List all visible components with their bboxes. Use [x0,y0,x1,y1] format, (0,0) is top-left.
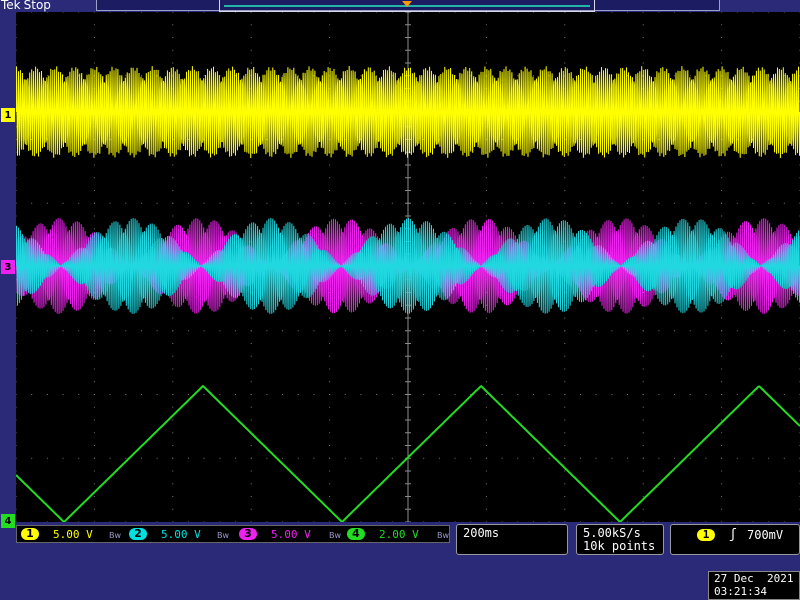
timebase-scale: 200ms [463,526,500,540]
ch1-bw-icon: Bw [109,531,122,540]
time-label: 03:21:34 [714,585,767,598]
brand-label: Tek [1,0,21,12]
waveform-display[interactable] [16,12,800,522]
date-label: 27 Dec 2021 [714,572,794,585]
ch3-scale[interactable]: 5.00 V [271,528,311,541]
timebase-readout[interactable]: 200ms [456,524,568,555]
acquisition-readout[interactable]: 5.00kS/s 10k points [576,524,664,555]
brand-status: Tek Stop [1,0,51,12]
trigger-readout[interactable]: 1 ʃ 700mV [670,524,800,555]
readout-panel: 1 5.00 V Bw 2 5.00 V Bw 3 5.00 V Bw 4 2.… [0,522,800,600]
ch3-bw-icon: Bw [329,531,342,540]
rising-edge-icon: ʃ [729,527,737,542]
ch4-bw-icon: Bw [437,531,450,540]
ch2-scale[interactable]: 5.00 V [161,528,201,541]
ch3-ground-marker[interactable]: 3 [1,260,15,274]
ch2-badge[interactable]: 2 [129,528,147,540]
graticule[interactable] [16,12,800,522]
ch4-badge[interactable]: 4 [347,528,365,540]
trigger-position-icon[interactable] [401,0,413,8]
datetime-display: 27 Dec 2021 03:21:34 [708,571,800,600]
ch1-scale[interactable]: 5.00 V [53,528,93,541]
trigger-level: 700mV [747,528,784,542]
ch3-badge[interactable]: 3 [239,528,257,540]
run-state-label[interactable]: Stop [24,0,51,12]
channel-readouts: 1 5.00 V Bw 2 5.00 V Bw 3 5.00 V Bw 4 2.… [16,525,450,543]
record-length: 10k points [583,539,656,553]
ch2-waveform [16,217,800,314]
ch4-scale[interactable]: 2.00 V [379,528,419,541]
ch1-ground-marker[interactable]: 1 [1,108,15,122]
ch1-badge[interactable]: 1 [21,528,39,540]
ch2-bw-icon: Bw [217,531,230,540]
trigger-source-badge: 1 [697,529,715,541]
ch1-waveform [16,65,800,159]
